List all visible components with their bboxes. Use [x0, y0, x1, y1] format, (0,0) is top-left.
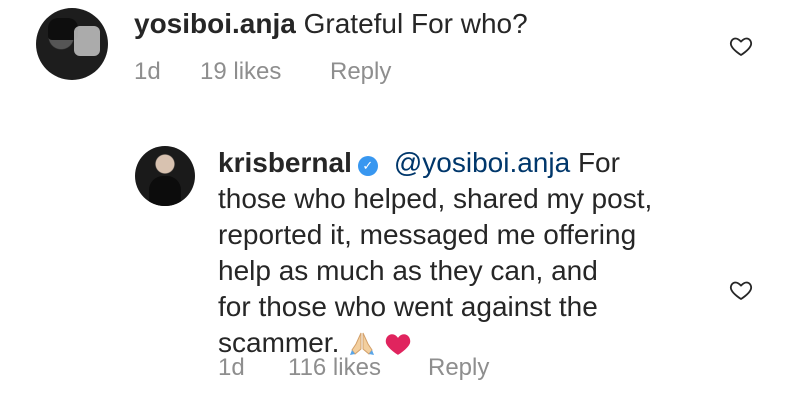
- comment-body: Grateful For who?: [303, 8, 528, 39]
- comment-like-count[interactable]: 116 likes: [288, 354, 428, 382]
- avatar-figure-shape: [149, 176, 181, 206]
- comment-meta: 1d 19 likes Reply: [134, 58, 391, 86]
- comment-line: reported it, messaged me offering: [218, 219, 637, 250]
- comment-line: help as much as they can, and: [218, 255, 598, 286]
- comment-username[interactable]: yosiboi.anja: [134, 8, 296, 39]
- comment-like-count[interactable]: 19 likes: [200, 58, 330, 86]
- avatar-highlight-shape: [74, 26, 100, 56]
- comment-reply-item: krisbernal ✓ @yosiboi.anja For those who h…: [0, 118, 800, 401]
- like-heart-icon[interactable]: [729, 278, 753, 302]
- comment-timestamp: 1d: [218, 354, 245, 381]
- like-heart-icon[interactable]: [729, 34, 753, 58]
- comment-line: for those who went against the: [218, 291, 598, 322]
- comment-line: For: [577, 147, 620, 178]
- comment-text: krisbernal ✓ @yosiboi.anja For those who h…: [218, 145, 688, 365]
- reply-button[interactable]: Reply: [330, 58, 391, 86]
- verified-badge-icon: ✓: [357, 156, 378, 176]
- comment-item: yosiboi.anja Grateful For who? 1d 19 lik…: [0, 0, 800, 110]
- avatar[interactable]: [135, 146, 195, 206]
- avatar[interactable]: [36, 8, 108, 80]
- comment-text: yosiboi.anja Grateful For who?: [134, 6, 528, 42]
- reply-button[interactable]: Reply: [428, 354, 489, 382]
- mention-link[interactable]: @yosiboi.anja: [394, 147, 570, 178]
- comment-meta: 1d 116 likes Reply: [218, 354, 489, 382]
- comment-timestamp: 1d: [134, 58, 161, 85]
- comment-line: those who helped, shared my post,: [218, 183, 653, 214]
- comment-username[interactable]: krisbernal: [218, 147, 352, 178]
- comment-first-line: krisbernal ✓ @yosiboi.anja For: [218, 145, 688, 181]
